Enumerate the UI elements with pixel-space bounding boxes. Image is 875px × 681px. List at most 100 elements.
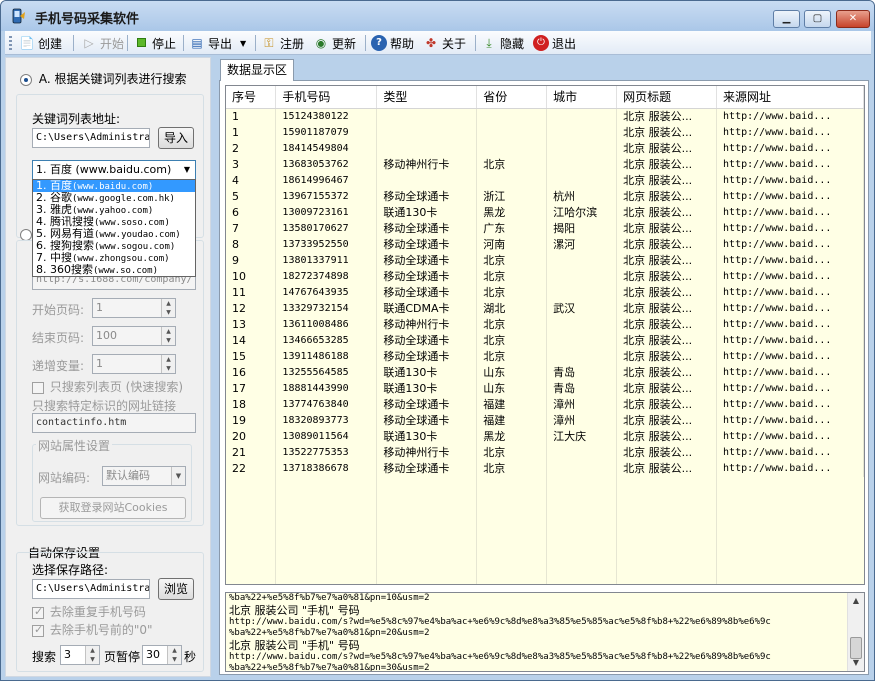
column-header[interactable]: 城市 bbox=[546, 86, 618, 109]
engine-option[interactable]: 3. 雅虎(www.yahoo.com) bbox=[33, 204, 195, 216]
register-button[interactable]: ⚿ 注册 bbox=[261, 33, 304, 53]
only-list-page-checkbox[interactable]: 只搜索列表页 (快速搜索) bbox=[32, 378, 183, 395]
engine-option[interactable]: 7. 中搜(www.zhongsou.com) bbox=[33, 252, 195, 264]
maximize-button[interactable]: ▢ bbox=[804, 10, 831, 28]
table-cell: 移动神州行卡 bbox=[376, 156, 478, 173]
export-button[interactable]: ▤ 导出 ▼ bbox=[189, 33, 246, 53]
save-path-field[interactable]: C:\Users\Administrator\Desktop bbox=[32, 579, 150, 599]
create-button[interactable]: 📄 创建 bbox=[19, 33, 63, 53]
dedupe-checkbox[interactable]: 去除重复手机号码 bbox=[32, 603, 146, 620]
log-output[interactable]: %ba%22+%e5%8f%b7%e7%a0%81&pn=10&usm=2 北京 … bbox=[225, 592, 865, 672]
table-cell: 10 bbox=[226, 268, 277, 285]
table-row[interactable]: 20 13089011564 联通130卡 黑龙 江大庆 北京 服装公... http://… bbox=[226, 428, 864, 445]
table-row[interactable]: 8 13733952550 移动全球通卡 河南 漯河 北京 服装公... http://ww… bbox=[226, 236, 864, 253]
log-line: 北京 服装公司 "手机" 号码 bbox=[229, 639, 360, 652]
column-header[interactable]: 来源网址 bbox=[716, 86, 864, 109]
mode-keyword-radio[interactable]: A. 根据关键词列表进行搜索 bbox=[20, 70, 186, 87]
table-cell: 13522775353 bbox=[275, 444, 378, 461]
strip-zero-checkbox[interactable]: 去除手机号前的"0" bbox=[32, 621, 153, 638]
import-button[interactable]: 导入 bbox=[158, 127, 194, 149]
table-row[interactable]: 11 14767643935 移动全球通卡 北京 北京 服装公... http://www… bbox=[226, 284, 864, 301]
engine-option[interactable]: 1. 百度(www.baidu.com) bbox=[33, 180, 195, 192]
engine-option[interactable]: 8. 360搜索(www.so.com) bbox=[33, 264, 195, 276]
only-list-page-label: 只搜索列表页 (快速搜索) bbox=[49, 380, 184, 394]
engine-option[interactable]: 6. 搜狗搜索(www.sogou.com) bbox=[33, 240, 195, 252]
app-window: 手机号码采集软件 ▁ ▢ ✕ 📄 创建 ▷ 开始 停止 ▤ 导出 ▼ ⚿ 注册 bbox=[0, 0, 875, 681]
table-row[interactable]: 4 18614996467 北京 服装公... http://www.baid... bbox=[226, 172, 864, 189]
column-header[interactable]: 手机号码 bbox=[275, 86, 378, 109]
column-header[interactable]: 省份 bbox=[476, 86, 548, 109]
scroll-down-icon[interactable]: ▼ bbox=[848, 655, 864, 671]
table-row[interactable]: 9 13801337911 移动全球通卡 北京 北京 服装公... http://www.… bbox=[226, 252, 864, 269]
stepper-arrows-icon[interactable]: ▲ ▼ bbox=[167, 646, 181, 664]
pause-secs-stepper[interactable]: 30 ▲ ▼ bbox=[142, 645, 182, 665]
get-cookies-button[interactable]: 获取登录网站Cookies bbox=[40, 497, 186, 519]
engine-option[interactable]: 2. 谷歌(www.google.com.hk) bbox=[33, 192, 195, 204]
table-cell: 13801337911 bbox=[275, 252, 378, 269]
step-stepper[interactable]: 1 ▲ ▼ bbox=[92, 354, 176, 374]
hide-button[interactable]: ⤓ 隐藏 bbox=[481, 33, 524, 53]
table-cell: 11 bbox=[226, 284, 277, 301]
tab-data-display[interactable]: 数据显示区 bbox=[220, 59, 295, 81]
title-bar[interactable]: 手机号码采集软件 ▁ ▢ ✕ bbox=[1, 1, 874, 31]
table-row[interactable]: 19 18320893773 移动全球通卡 福建 漳州 北京 服装公... http://w… bbox=[226, 412, 864, 429]
table-row[interactable]: 22 13718386678 移动全球通卡 北京 北京 服装公... http://www… bbox=[226, 460, 864, 477]
table-cell: 13733952550 bbox=[275, 236, 378, 253]
search-pages-stepper[interactable]: 3 ▲ ▼ bbox=[60, 645, 100, 665]
browse-button[interactable]: 浏览 bbox=[158, 578, 194, 600]
table-row[interactable]: 7 13580170627 移动全球通卡 广东 揭阳 北京 服装公... http://ww… bbox=[226, 220, 864, 237]
stepper-arrows-icon[interactable]: ▲ ▼ bbox=[161, 327, 175, 345]
column-header[interactable]: 网页标题 bbox=[616, 86, 718, 109]
exit-button[interactable]: ⏻ 退出 bbox=[533, 33, 576, 53]
table-cell: 17 bbox=[226, 380, 277, 397]
end-page-stepper[interactable]: 100 ▲ ▼ bbox=[92, 326, 176, 346]
marked-link-field[interactable]: contactinfo.htm bbox=[32, 413, 196, 433]
start-page-stepper[interactable]: 1 ▲ ▼ bbox=[92, 298, 176, 318]
keyword-path-field[interactable]: C:\Users\Administrator\Desktop bbox=[32, 128, 150, 148]
table-cell: 青岛 bbox=[546, 380, 618, 397]
table-row[interactable]: 6 13009723161 联通130卡 黑龙 江哈尔滨 北京 服装公... http://… bbox=[226, 204, 864, 221]
help-button[interactable]: ? 帮助 bbox=[371, 33, 414, 53]
table-row[interactable]: 1 15124380122 北京 服装公... http://www.baid... bbox=[226, 108, 864, 125]
mode-url-radio[interactable] bbox=[20, 227, 32, 241]
table-row[interactable]: 21 13522775353 移动神州行卡 北京 北京 服装公... http://www… bbox=[226, 444, 864, 461]
search-engine-select[interactable]: 1. 百度 (www.baidu.com) ▼ bbox=[32, 160, 196, 180]
start-button[interactable]: ▷ 开始 bbox=[81, 33, 124, 53]
scroll-up-icon[interactable]: ▲ bbox=[848, 593, 864, 609]
table-cell: 13255564585 bbox=[275, 364, 378, 381]
update-button[interactable]: ◉ 更新 bbox=[313, 33, 356, 53]
table-cell: http://www.baid... bbox=[716, 220, 864, 237]
table-row[interactable]: 5 13967155372 移动全球通卡 浙江 杭州 北京 服装公... http://ww… bbox=[226, 188, 864, 205]
table-row[interactable]: 10 18272374898 移动全球通卡 北京 北京 服装公... http://www… bbox=[226, 268, 864, 285]
table-row[interactable]: 13 13611008486 移动神州行卡 北京 北京 服装公... http://www… bbox=[226, 316, 864, 333]
table-cell: 北京 bbox=[476, 332, 548, 349]
stepper-arrows-icon[interactable]: ▲ ▼ bbox=[161, 355, 175, 373]
table-row[interactable]: 18 13774763840 移动全球通卡 福建 漳州 北京 服装公... http://w… bbox=[226, 396, 864, 413]
engine-option[interactable]: 4. 腾讯搜搜(www.soso.com) bbox=[33, 216, 195, 228]
engine-option[interactable]: 5. 网易有道(www.youdao.com) bbox=[33, 228, 195, 240]
table-row[interactable]: 2 18414549804 北京 服装公... http://www.baid... bbox=[226, 140, 864, 157]
stepper-arrows-icon[interactable]: ▲ ▼ bbox=[85, 646, 99, 664]
toolbar-grip[interactable] bbox=[9, 36, 12, 50]
stepper-arrows-icon[interactable]: ▲ ▼ bbox=[161, 299, 175, 317]
log-scrollbar[interactable]: ▲ ▼ bbox=[847, 593, 864, 671]
table-row[interactable]: 16 13255564585 联通130卡 山东 青岛 北京 服装公... http://w… bbox=[226, 364, 864, 381]
column-header[interactable]: 序号 bbox=[226, 86, 277, 109]
about-button[interactable]: ✤ 关于 bbox=[423, 33, 466, 53]
table-cell: http://www.baid... bbox=[716, 444, 864, 461]
close-button[interactable]: ✕ bbox=[836, 10, 870, 28]
radio-indicator bbox=[20, 73, 32, 86]
table-row[interactable]: 1 15901187079 北京 服装公... http://www.baid... bbox=[226, 124, 864, 141]
table-row[interactable]: 3 13683053762 移动神州行卡 北京 北京 服装公... http://www.… bbox=[226, 156, 864, 173]
table-row[interactable]: 12 13329732154 联通CDMA卡 湖北 武汉 北京 服装公... http://… bbox=[226, 300, 864, 317]
table-row[interactable]: 14 13466653285 移动全球通卡 北京 北京 服装公... http://www… bbox=[226, 332, 864, 349]
chevron-down-icon: ▼ bbox=[183, 165, 191, 174]
site-encoding-select[interactable]: 默认编码 ▼ bbox=[102, 466, 186, 486]
table-cell: http://www.baid... bbox=[716, 428, 864, 445]
column-header[interactable]: 类型 bbox=[376, 86, 478, 109]
table-row[interactable]: 15 13911486188 移动全球通卡 北京 北京 服装公... http://www… bbox=[226, 348, 864, 365]
minimize-button[interactable]: ▁ bbox=[773, 10, 800, 28]
table-row[interactable]: 17 18881443990 联通130卡 山东 青岛 北京 服装公... http://w… bbox=[226, 380, 864, 397]
stop-button[interactable]: 停止 bbox=[133, 33, 176, 53]
table-cell: 北京 bbox=[476, 268, 548, 285]
